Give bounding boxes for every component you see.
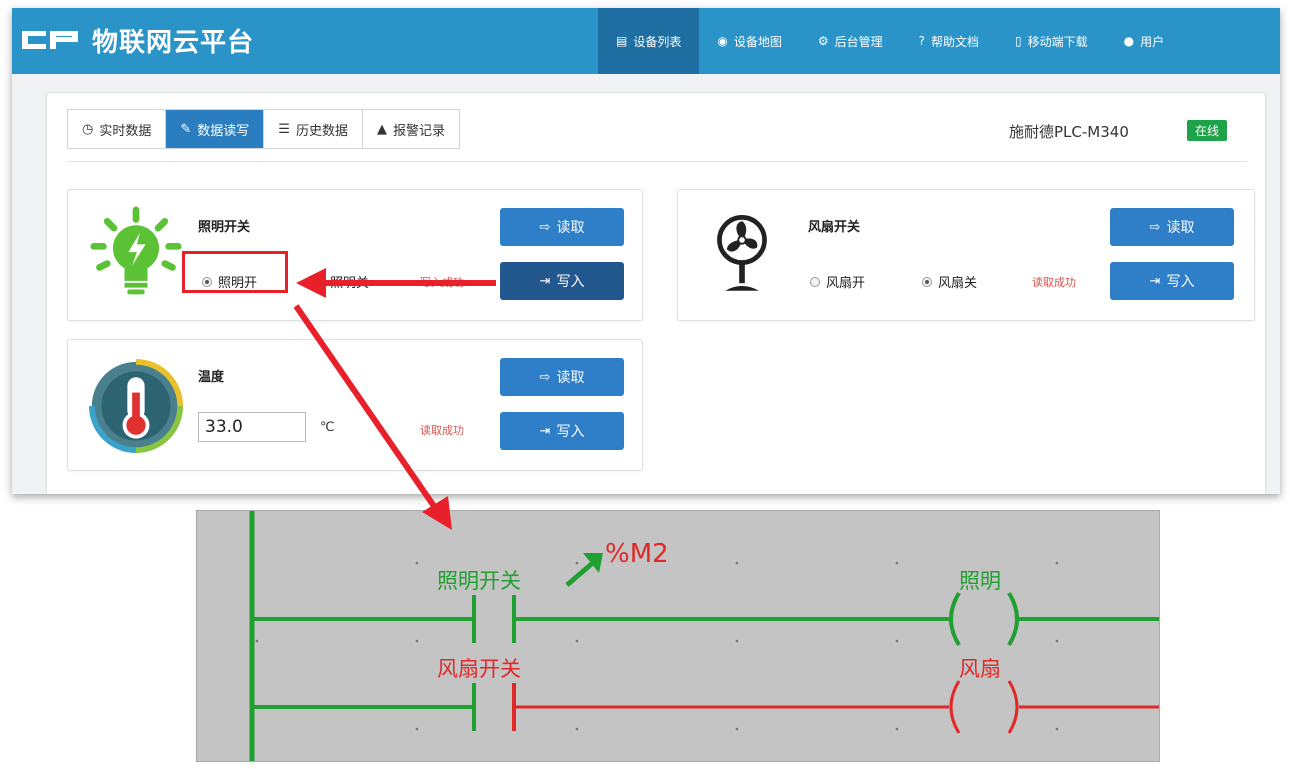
bell-icon: ▲ bbox=[376, 121, 387, 137]
button-label: 写入 bbox=[556, 424, 585, 440]
user-icon: ● bbox=[1123, 34, 1135, 48]
tab-history-data[interactable]: ☰ 历史数据 bbox=[264, 110, 363, 148]
temperature-panel-title: 温度 bbox=[198, 370, 225, 385]
tab-data-read-write[interactable]: ✎ 数据读写 bbox=[166, 110, 265, 148]
nav-device-list[interactable]: ▤ 设备列表 bbox=[598, 8, 700, 74]
logo-mark-icon bbox=[22, 31, 78, 49]
help-icon: ? bbox=[918, 34, 926, 48]
list-icon: ▤ bbox=[616, 34, 628, 48]
gears-icon: ⚙ bbox=[817, 34, 829, 48]
ladder-coil-fan: 风扇 bbox=[959, 657, 1001, 681]
radio-label: 风扇关 bbox=[938, 276, 978, 291]
fan-panel-title: 风扇开关 bbox=[808, 220, 861, 235]
sign-out-icon: ⇨ bbox=[539, 219, 551, 235]
light-write-button[interactable]: ⇥ 写入 bbox=[500, 262, 624, 300]
lightbulb-icon bbox=[90, 206, 182, 295]
main-nav: ▤ 设备列表 ◉ 设备地图 ⚙ 后台管理 ? 帮助文档 ▯ 移动端下载 ● 用户 bbox=[598, 8, 1182, 74]
tab-alarm-records[interactable]: ▲ 报警记录 bbox=[362, 110, 459, 148]
mobile-icon: ▯ bbox=[1015, 34, 1022, 48]
nav-help[interactable]: ? 帮助文档 bbox=[901, 8, 997, 74]
radio-label: 照明关 bbox=[330, 276, 370, 291]
light-read-button[interactable]: ⇨ 读取 bbox=[500, 208, 624, 246]
button-label: 写入 bbox=[556, 274, 585, 290]
thermometer-icon bbox=[88, 358, 184, 454]
nav-label: 帮助文档 bbox=[931, 34, 980, 49]
panel-light-switch: 照明开关 照明开 照明关 写入成功 ⇨ 读取 ⇥ 写入 bbox=[67, 189, 643, 321]
radio-dot bbox=[810, 276, 820, 287]
tab-realtime-data[interactable]: ◷ 实时数据 bbox=[68, 110, 167, 148]
fan-icon bbox=[717, 215, 767, 291]
light-panel-title: 照明开关 bbox=[198, 220, 251, 235]
temperature-unit: ℃ bbox=[320, 420, 335, 435]
nav-device-map[interactable]: ◉ 设备地图 bbox=[699, 8, 800, 74]
ladder-contact-fan: 风扇开关 bbox=[437, 657, 521, 681]
nav-label: 移动端下载 bbox=[1027, 34, 1088, 49]
nav-mobile-download[interactable]: ▯ 移动端下载 bbox=[997, 8, 1106, 74]
tab-label: 实时数据 bbox=[99, 123, 152, 139]
tab-label: 历史数据 bbox=[295, 123, 348, 139]
divider bbox=[67, 161, 1247, 162]
panel-temperature: 温度 ℃ 读取成功 ⇨ 读取 ⇥ 写入 bbox=[67, 339, 643, 471]
tab-bar: ◷ 实时数据 ✎ 数据读写 ☰ 历史数据 ▲ 报警记录 bbox=[67, 109, 460, 149]
button-label: 读取 bbox=[556, 370, 585, 386]
tab-label: 数据读写 bbox=[197, 123, 250, 139]
nav-label: 用户 bbox=[1140, 34, 1165, 49]
top-navbar: 物联网云平台 ▤ 设备列表 ◉ 设备地图 ⚙ 后台管理 ? 帮助文档 ▯ 移动端… bbox=[12, 8, 1280, 74]
sign-in-icon: ⇥ bbox=[539, 273, 551, 289]
main-content: ◷ 实时数据 ✎ 数据读写 ☰ 历史数据 ▲ 报警记录 施耐德PLC-M340 … bbox=[46, 92, 1266, 494]
button-label: 读取 bbox=[1166, 220, 1195, 236]
globe-icon: ◉ bbox=[717, 34, 728, 48]
fan-status-text: 读取成功 bbox=[1032, 276, 1076, 289]
nav-label: 设备地图 bbox=[733, 34, 782, 49]
device-name: 施耐德PLC-M340 bbox=[1009, 123, 1129, 141]
tab-label: 报警记录 bbox=[392, 123, 445, 139]
sign-in-icon: ⇥ bbox=[1149, 273, 1161, 289]
nav-admin[interactable]: ⚙ 后台管理 bbox=[800, 8, 901, 74]
fan-read-button[interactable]: ⇨ 读取 bbox=[1110, 208, 1234, 246]
online-status-badge: 在线 bbox=[1187, 120, 1228, 141]
temperature-status-text: 读取成功 bbox=[420, 424, 464, 437]
fan-write-button[interactable]: ⇥ 写入 bbox=[1110, 262, 1234, 300]
button-label: 写入 bbox=[1166, 274, 1195, 290]
sign-out-icon: ⇨ bbox=[1149, 219, 1161, 235]
radio-dot bbox=[314, 276, 324, 287]
temperature-input[interactable] bbox=[198, 412, 306, 442]
light-status-text: 写入成功 bbox=[420, 276, 464, 289]
logo[interactable]: 物联网云平台 bbox=[20, 22, 254, 58]
radio-fan-off[interactable]: 风扇关 bbox=[922, 272, 977, 291]
ladder-coil-light: 照明 bbox=[959, 569, 1001, 593]
button-label: 读取 bbox=[556, 220, 585, 236]
radio-label: 风扇开 bbox=[826, 276, 866, 291]
ladder-address-m2: %M2 bbox=[605, 539, 669, 569]
nav-label: 设备列表 bbox=[633, 34, 682, 49]
radio-dot bbox=[922, 276, 932, 287]
logo-text: 物联网云平台 bbox=[92, 27, 255, 58]
temperature-write-button[interactable]: ⇥ 写入 bbox=[500, 412, 624, 450]
sign-out-icon: ⇨ bbox=[539, 369, 551, 385]
radio-fan-on[interactable]: 风扇开 bbox=[810, 272, 865, 291]
nav-user[interactable]: ● 用户 bbox=[1106, 8, 1183, 74]
highlight-box-light-on bbox=[182, 251, 288, 293]
panel-fan-switch: 风扇开关 风扇开 风扇关 读取成功 ⇨ 读取 ⇥ 写入 bbox=[677, 189, 1255, 321]
radio-light-off[interactable]: 照明关 bbox=[314, 272, 369, 291]
ladder-rungs bbox=[249, 511, 1159, 761]
ladder-contact-light: 照明开关 bbox=[437, 569, 521, 593]
sign-in-icon: ⇥ bbox=[539, 423, 551, 439]
pencil-icon: ✎ bbox=[180, 121, 192, 137]
nav-label: 后台管理 bbox=[834, 34, 883, 49]
list-icon: ☰ bbox=[278, 121, 290, 137]
ladder-diagram: 照明开关 %M2 照明 风扇开关 风扇 bbox=[196, 510, 1160, 762]
clock-icon: ◷ bbox=[82, 121, 94, 137]
temperature-read-button[interactable]: ⇨ 读取 bbox=[500, 358, 624, 396]
